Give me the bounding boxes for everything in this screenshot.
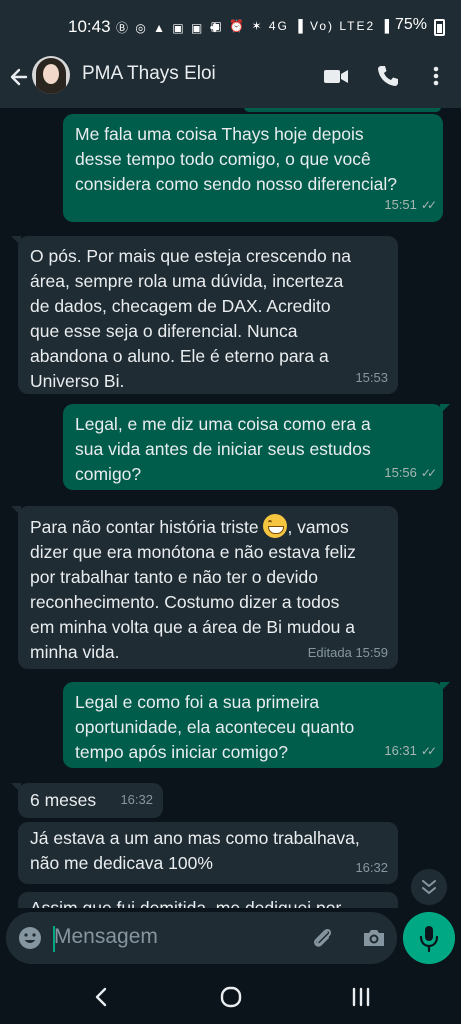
chat-header: PMA Thays Eloi xyxy=(0,52,461,108)
phone-icon[interactable] xyxy=(374,62,402,90)
back-nav-icon[interactable] xyxy=(86,982,116,1012)
message-text-part: , vamos xyxy=(287,517,349,537)
message-meta: 15:56 ✓✓ xyxy=(384,460,437,486)
message-time: 15:53 xyxy=(355,370,388,385)
attach-icon[interactable] xyxy=(309,924,337,952)
input-placeholder: Mensagem xyxy=(54,925,158,948)
message-text: Legal, e me diz uma coisa como era a sua… xyxy=(75,414,371,484)
message-text: O pós. Por mais que esteja crescendo na … xyxy=(30,246,352,391)
message-text: Já estava a um ano mas como trabalhava, … xyxy=(30,828,360,873)
message-time: 15:59 xyxy=(355,645,388,660)
message-bubble-incoming[interactable]: 6 meses 16:32 xyxy=(11,783,163,818)
chat-area[interactable]: Me fala uma coisa Thays hoje depois dess… xyxy=(0,108,461,908)
read-receipt-icon: ✓✓ xyxy=(420,744,437,758)
video-call-icon[interactable] xyxy=(322,62,350,90)
read-receipt-icon: ✓✓ xyxy=(420,466,437,480)
previous-message-bubble xyxy=(244,108,441,112)
edited-label: Editada xyxy=(307,645,352,660)
message-bubble-incoming[interactable]: Para não contar história triste , vamos … xyxy=(11,506,398,669)
message-time: 16:31 xyxy=(384,743,417,758)
message-bubble-incoming[interactable]: Já estava a um ano mas como trabalhava, … xyxy=(18,822,398,884)
emoji-icon[interactable] xyxy=(16,924,44,952)
mic-icon[interactable] xyxy=(403,912,455,964)
notification-icons: Ⓑ ◎ ▲ ▣ ▣ ✤ xyxy=(116,21,222,35)
battery-icon xyxy=(434,19,445,36)
back-arrow-icon[interactable] xyxy=(6,62,32,92)
avatar[interactable] xyxy=(32,56,70,94)
message-time: 15:51 xyxy=(384,197,417,212)
message-text: Me fala uma coisa Thays hoje depois dess… xyxy=(75,124,397,194)
message-text: 6 meses xyxy=(30,790,97,810)
status-time: 10:43 xyxy=(68,17,111,36)
message-meta: 16:31 ✓✓ xyxy=(384,738,437,764)
message-bubble-outgoing[interactable]: Legal, e me diz uma coisa como era a sua… xyxy=(63,404,450,490)
status-bar: 10:43 Ⓑ ◎ ▲ ▣ ▣ ✤ ▣ ⏰ ✶ 4G ▐ Vo) LTE2 ▐ … xyxy=(0,0,461,52)
contact-name[interactable]: PMA Thays Eloi xyxy=(82,63,216,85)
message-time: 16:32 xyxy=(120,792,153,807)
message-meta: 15:51 ✓✓ xyxy=(384,192,437,218)
camera-icon[interactable] xyxy=(360,924,388,952)
message-text: Assim que fui demitida, me dediquei por xyxy=(30,898,342,908)
recents-nav-icon[interactable] xyxy=(346,982,376,1012)
message-time: 16:32 xyxy=(355,860,388,875)
input-bar: Mensagem xyxy=(0,908,461,968)
message-bubble-outgoing[interactable]: Legal e como foi a sua primeira oportuni… xyxy=(63,682,450,768)
home-nav-icon[interactable] xyxy=(216,982,246,1012)
message-input[interactable]: Mensagem xyxy=(6,912,397,964)
message-bubble-incoming[interactable]: O pós. Por mais que esteja crescendo na … xyxy=(11,236,398,394)
grinning-sweat-emoji-icon xyxy=(263,514,288,538)
message-bubble-outgoing[interactable]: Me fala uma coisa Thays hoje depois dess… xyxy=(63,114,443,222)
system-nav-bar xyxy=(0,968,461,1024)
read-receipt-icon: ✓✓ xyxy=(420,198,437,212)
scroll-to-bottom-icon[interactable] xyxy=(411,869,447,905)
message-text-part: Para não contar história triste xyxy=(30,517,264,537)
message-meta: Editada 15:59 xyxy=(308,640,388,665)
message-time: 15:56 xyxy=(384,465,417,480)
system-status-icons: ▣ ⏰ ✶ 4G ▐ Vo) LTE2 ▐ xyxy=(210,19,391,33)
more-vert-icon[interactable] xyxy=(422,62,450,90)
battery-percentage: 75% xyxy=(394,16,427,33)
message-text: Legal e como foi a sua primeira oportuni… xyxy=(75,692,355,762)
message-bubble-incoming[interactable]: Assim que fui demitida, me dediquei por xyxy=(18,892,398,908)
